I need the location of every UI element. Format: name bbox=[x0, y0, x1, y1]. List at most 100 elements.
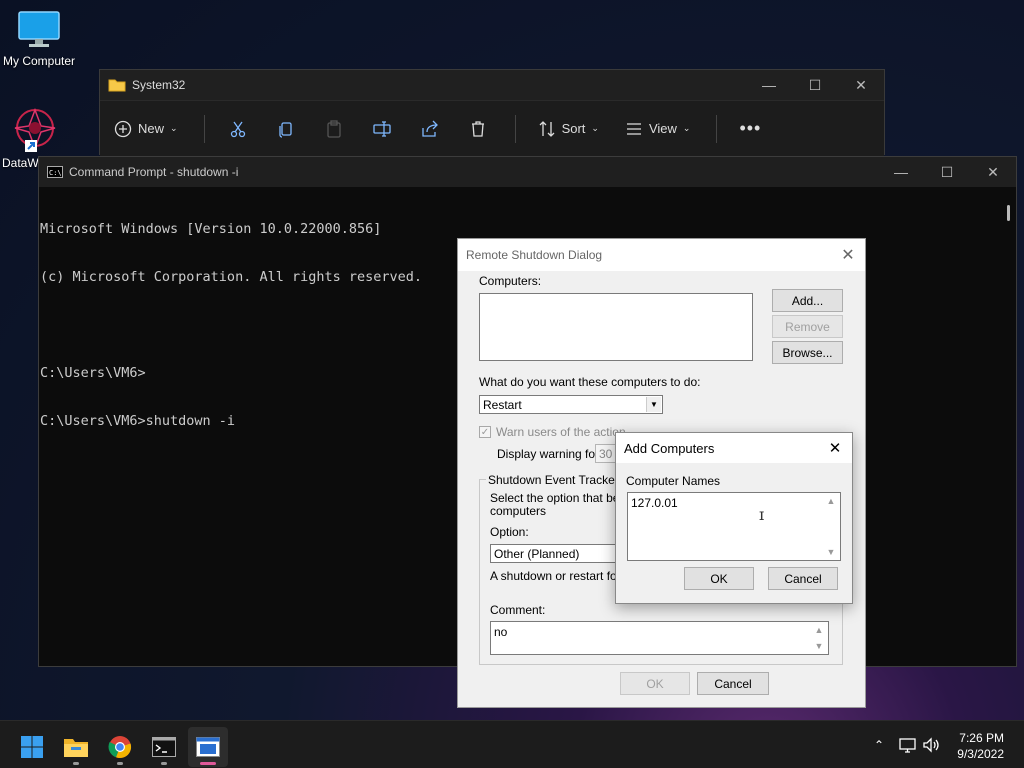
rsd-title: Remote Shutdown Dialog bbox=[466, 248, 603, 262]
comment-textarea[interactable]: no ▲ ▼ bbox=[490, 621, 829, 655]
rename-button[interactable] bbox=[371, 118, 393, 140]
computers-label: Computers: bbox=[479, 274, 542, 288]
browse-button[interactable]: Browse... bbox=[772, 341, 843, 364]
add-button[interactable]: Add... bbox=[772, 289, 843, 312]
scroll-up-icon[interactable]: ▲ bbox=[827, 496, 836, 506]
toolbar-divider bbox=[514, 114, 516, 143]
cancel-button[interactable]: Cancel bbox=[768, 567, 838, 590]
rsd-titlebar[interactable]: Remote Shutdown Dialog bbox=[458, 239, 865, 271]
more-options-button[interactable]: ••• bbox=[739, 118, 761, 139]
warn-users-checkbox-row[interactable]: ✓ Warn users of the action bbox=[479, 425, 626, 439]
comment-value: no bbox=[494, 625, 508, 639]
action-select-value: Restart bbox=[483, 397, 522, 412]
desktop-icon-dataw[interactable]: DataW bbox=[0, 106, 56, 170]
computer-names-textarea[interactable]: 127.0.01 ▲ ▼ ɪ bbox=[627, 492, 841, 561]
file-explorer-icon bbox=[64, 739, 88, 757]
running-indicator bbox=[161, 762, 167, 765]
cmd-title: Command Prompt - shutdown -i bbox=[69, 165, 239, 179]
file-explorer-window[interactable]: System32 — ☐ ✕ New ⌄ Sort ⌄ View ⌄ ••• bbox=[99, 69, 885, 156]
cmd-titlebar[interactable]: C:\ Command Prompt - shutdown -i — ☐ ✕ bbox=[39, 157, 1016, 187]
minimize-button[interactable]: — bbox=[878, 157, 924, 187]
cut-button[interactable] bbox=[227, 118, 249, 140]
taskbar-file-explorer[interactable] bbox=[56, 727, 96, 767]
close-icon[interactable]: ✕ bbox=[824, 437, 846, 459]
view-label: View bbox=[648, 121, 677, 136]
clock[interactable]: 7:26 PM 9/3/2022 bbox=[957, 730, 1004, 762]
explorer-titlebar[interactable]: System32 — ☐ ✕ bbox=[100, 70, 884, 100]
folder-icon bbox=[108, 79, 126, 92]
ok-button[interactable]: OK bbox=[684, 567, 754, 590]
computers-list[interactable] bbox=[479, 293, 753, 361]
scroll-down-icon[interactable]: ▼ bbox=[827, 547, 836, 557]
checkmark-icon[interactable]: ✓ bbox=[479, 426, 491, 438]
comment-scrollbar[interactable]: ▲ ▼ bbox=[812, 625, 826, 651]
explorer-title: System32 bbox=[132, 78, 186, 92]
computer-names-value: 127.0.01 bbox=[631, 496, 678, 510]
chevron-up-icon[interactable]: ⌃ bbox=[868, 738, 890, 752]
close-icon[interactable]: ✕ bbox=[837, 244, 859, 266]
tracker-description: Select the option that best bbox=[490, 491, 629, 505]
display-warning-label: Display warning for bbox=[497, 447, 600, 461]
delete-button[interactable] bbox=[467, 118, 489, 140]
add-computers-dialog[interactable]: Add Computers ✕ Computer Names 127.0.01 … bbox=[615, 432, 853, 604]
share-icon bbox=[421, 120, 438, 137]
scroll-up-icon[interactable]: ▲ bbox=[815, 625, 824, 635]
chevron-down-icon: ⌄ bbox=[682, 123, 691, 133]
dataw-logo-icon bbox=[14, 107, 56, 152]
cmd-scrollbar-thumb[interactable] bbox=[1007, 205, 1010, 221]
new-button[interactable]: New ⌄ bbox=[114, 120, 178, 138]
volume-icon[interactable] bbox=[922, 736, 942, 754]
taskbar-chrome[interactable] bbox=[100, 727, 140, 767]
clock-date: 9/3/2022 bbox=[957, 747, 1004, 761]
start-button[interactable] bbox=[12, 727, 52, 767]
desktop-icon-my-computer[interactable]: My Computer bbox=[0, 10, 81, 68]
terminal-icon bbox=[152, 737, 176, 757]
dropdown-arrow-icon[interactable]: ▼ bbox=[646, 397, 661, 412]
desktop-icon-label: DataW bbox=[2, 156, 39, 170]
close-button[interactable]: ✕ bbox=[970, 157, 1016, 187]
ok-button[interactable]: OK bbox=[620, 672, 690, 695]
view-button[interactable]: View ⌄ bbox=[625, 120, 691, 138]
taskbar-remote-shutdown[interactable] bbox=[188, 727, 228, 767]
remove-button[interactable]: Remove bbox=[772, 315, 843, 338]
option-label: Option: bbox=[490, 525, 529, 539]
sort-label: Sort bbox=[561, 121, 586, 136]
minimize-button[interactable]: — bbox=[746, 70, 792, 100]
scroll-down-icon[interactable]: ▼ bbox=[815, 641, 824, 651]
share-button[interactable] bbox=[419, 118, 441, 140]
ellipsis-icon: ••• bbox=[739, 118, 762, 138]
cancel-button[interactable]: Cancel bbox=[697, 672, 769, 695]
option-select[interactable]: Other (Planned) bbox=[490, 544, 630, 563]
paste-button[interactable] bbox=[323, 118, 345, 140]
addc-title: Add Computers bbox=[624, 440, 715, 456]
chrome-icon bbox=[108, 736, 132, 758]
svg-text:C:\: C:\ bbox=[49, 169, 62, 177]
action-label: What do you want these computers to do: bbox=[479, 375, 701, 389]
taskbar: ⌃ 7:26 PM 9/3/2022 bbox=[0, 720, 1024, 768]
desktop-icon-label: My Computer bbox=[2, 54, 76, 68]
maximize-button[interactable]: ☐ bbox=[792, 70, 838, 100]
cmd-line: Microsoft Windows [Version 10.0.22000.85… bbox=[40, 221, 382, 237]
cmd-icon: C:\ bbox=[47, 166, 63, 178]
running-indicator bbox=[73, 762, 79, 765]
running-indicator bbox=[200, 762, 216, 765]
paste-icon bbox=[326, 119, 341, 138]
close-button[interactable]: ✕ bbox=[838, 70, 884, 100]
names-scrollbar[interactable]: ▲ ▼ bbox=[824, 496, 838, 557]
tracker-legend: Shutdown Event Tracker bbox=[486, 473, 621, 487]
tracker-description: computers bbox=[490, 504, 547, 518]
running-indicator bbox=[117, 762, 123, 765]
rename-icon bbox=[372, 120, 391, 137]
trash-icon bbox=[471, 120, 484, 137]
addc-titlebar[interactable]: Add Computers bbox=[616, 433, 852, 463]
network-icon[interactable] bbox=[898, 736, 918, 754]
system-tray: ⌃ bbox=[868, 721, 942, 768]
comment-label: Comment: bbox=[490, 603, 546, 617]
copy-button[interactable] bbox=[275, 118, 297, 140]
start-icon bbox=[21, 736, 43, 758]
action-select[interactable]: Restart ▼ bbox=[479, 395, 663, 414]
text-cursor-icon: ɪ bbox=[759, 505, 765, 524]
maximize-button[interactable]: ☐ bbox=[924, 157, 970, 187]
sort-button[interactable]: Sort ⌄ bbox=[538, 120, 599, 138]
taskbar-command-prompt[interactable] bbox=[144, 727, 184, 767]
